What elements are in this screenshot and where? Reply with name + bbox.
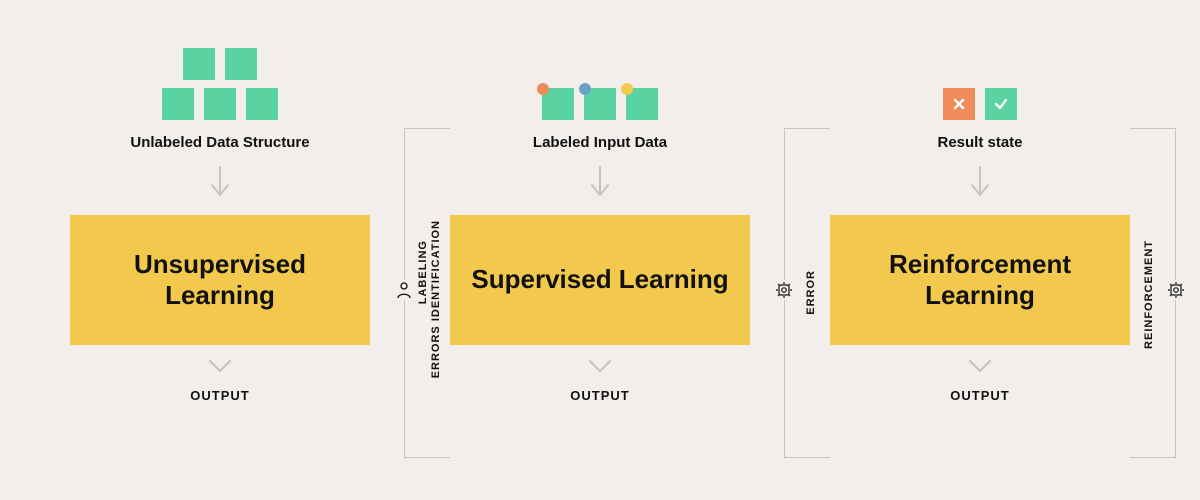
output-label: OUTPUT [190, 388, 249, 403]
loop-label: LABELING [417, 240, 429, 304]
arrow-down-icon [208, 165, 232, 201]
input-label: Result state [937, 134, 1022, 151]
unsupervised-box: Unsupervised Learning [70, 215, 370, 345]
label-dot-icon [579, 83, 591, 95]
box-title: Supervised Learning [471, 264, 728, 295]
input-label: Unlabeled Data Structure [130, 134, 309, 151]
loop-label: ERRORS IDENTIFICATION [430, 220, 442, 378]
output-label: OUTPUT [950, 388, 1009, 403]
data-square [204, 88, 236, 120]
chevron-down-icon [586, 357, 614, 380]
unlabeled-data-icon [162, 40, 278, 120]
diagram-container: Unlabeled Data Structure Unsupervised Le… [0, 0, 1200, 500]
labeled-square [584, 88, 616, 120]
chip-icon [1166, 280, 1186, 300]
chevron-down-icon [966, 357, 994, 380]
chip-icon [774, 280, 794, 300]
data-square [162, 88, 194, 120]
result-state-icon [943, 40, 1017, 120]
box-title: Unsupervised Learning [80, 249, 360, 311]
arrow-down-icon [968, 165, 992, 201]
supervised-column: LABELING ERRORS IDENTIFICATION Labeled I… [450, 40, 750, 460]
supervised-box: Supervised Learning [450, 215, 750, 345]
input-label: Labeled Input Data [533, 134, 667, 151]
result-bad-icon [943, 88, 975, 120]
labeled-square [626, 88, 658, 120]
result-good-icon [985, 88, 1017, 120]
data-square [246, 88, 278, 120]
reinforcement-box: Reinforcement Learning [830, 215, 1130, 345]
unsupervised-column: Unlabeled Data Structure Unsupervised Le… [70, 40, 370, 460]
box-title: Reinforcement Learning [840, 249, 1120, 311]
label-dot-icon [621, 83, 633, 95]
reinforcement-column: ERROR REINFORCEMENT Result state Reinfor… [830, 40, 1130, 460]
output-label: OUTPUT [570, 388, 629, 403]
chevron-down-icon [206, 357, 234, 380]
loop-label: REINFORCEMENT [1143, 240, 1155, 349]
labeled-square [542, 88, 574, 120]
labeled-data-icon [542, 40, 658, 120]
loop-label: ERROR [805, 270, 817, 315]
data-square [183, 48, 215, 80]
label-dot-icon [537, 83, 549, 95]
arrow-down-icon [588, 165, 612, 201]
person-icon [394, 280, 414, 300]
data-square [225, 48, 257, 80]
